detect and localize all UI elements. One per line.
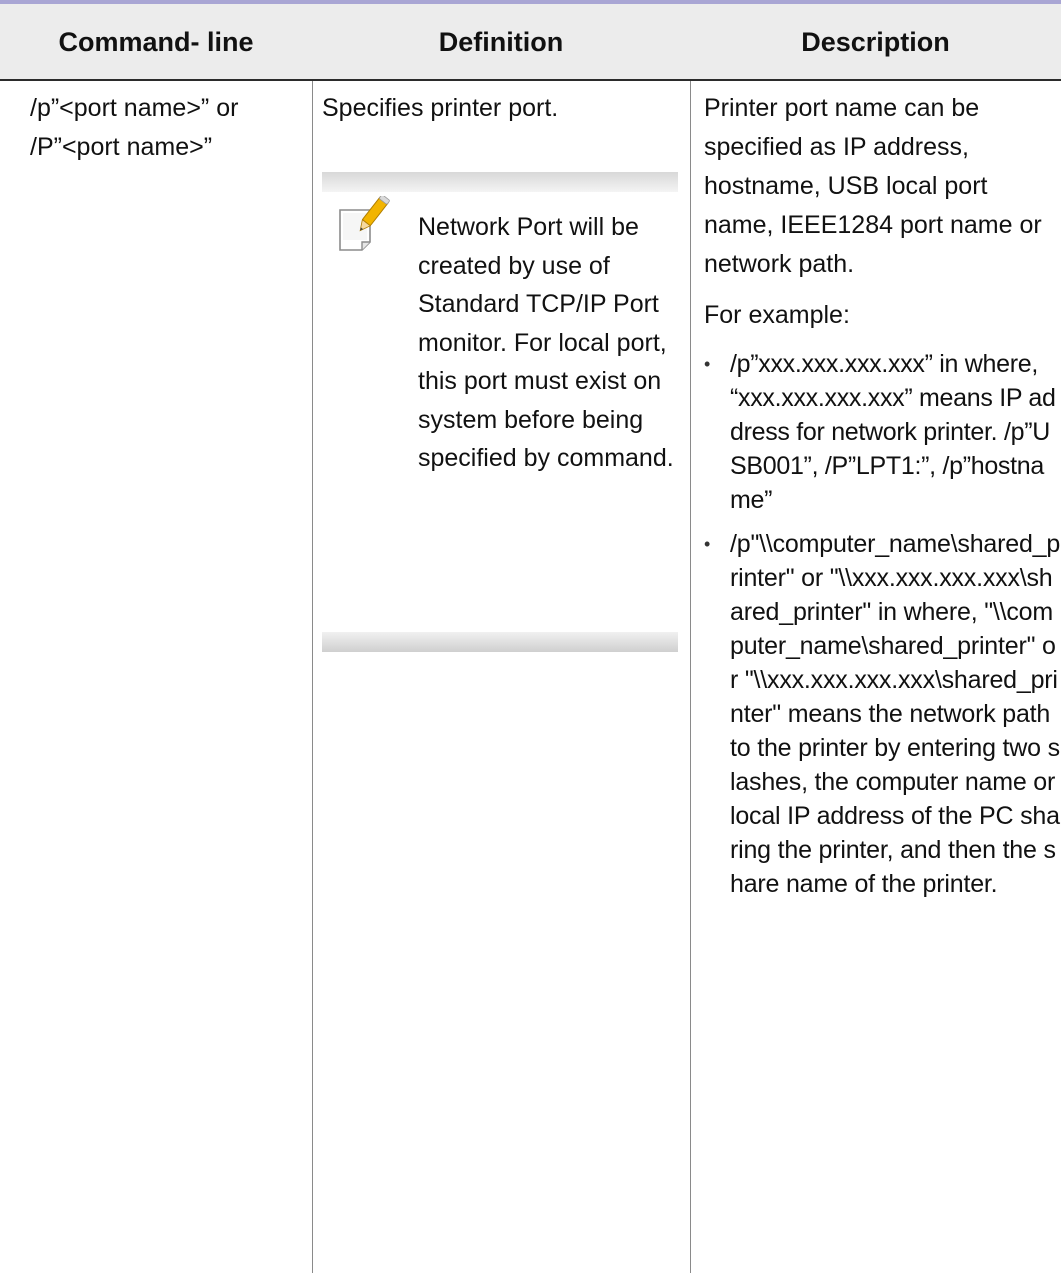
list-item-text: /p”xxx.xxx.xxx.xxx” in where, “xxx.xxx.x… [730, 350, 1056, 514]
example-list: • /p”xxx.xxx.xxx.xxx” in where, “xxx.xxx… [704, 347, 1061, 901]
definition-text: Specifies printer port. [322, 94, 559, 122]
note-bottom-band [322, 632, 678, 652]
bullet-icon: • [704, 354, 711, 374]
note-pencil-icon [339, 196, 390, 251]
column-divider [312, 81, 313, 1273]
list-item: • /p”xxx.xxx.xxx.xxx” in where, “xxx.xxx… [704, 347, 1061, 517]
bullet-icon: • [704, 534, 711, 554]
list-item-text: /p"\\computer_name\shared_printer" or "\… [730, 530, 1061, 898]
column-header-description: Description [801, 27, 950, 57]
example-label: For example: [704, 301, 850, 329]
column-divider [690, 81, 691, 1273]
description-intro: Printer port name can be specified as IP… [704, 94, 1042, 278]
note-top-band [322, 172, 678, 192]
column-header-command-line: Command- line [58, 27, 254, 57]
document-page: Command- line Definition Description /p”… [0, 0, 1061, 1273]
note-box: Network Port will be created by use of S… [322, 172, 678, 656]
definition-cell: Specifies printer port. [322, 89, 682, 128]
header-divider [0, 79, 1061, 81]
command-line-text: /P”<port name>” [30, 133, 213, 161]
command-line-cell: /p”<port name>” or /P”<port name>” [30, 89, 308, 166]
description-cell: Printer port name can be specified as IP… [704, 89, 1061, 911]
column-header-definition: Definition [438, 27, 564, 57]
list-item: • /p"\\computer_name\shared_printer" or … [704, 527, 1061, 901]
command-line-text: /p”<port name>” or [30, 94, 239, 122]
note-text: Network Port will be created by use of S… [418, 213, 674, 472]
